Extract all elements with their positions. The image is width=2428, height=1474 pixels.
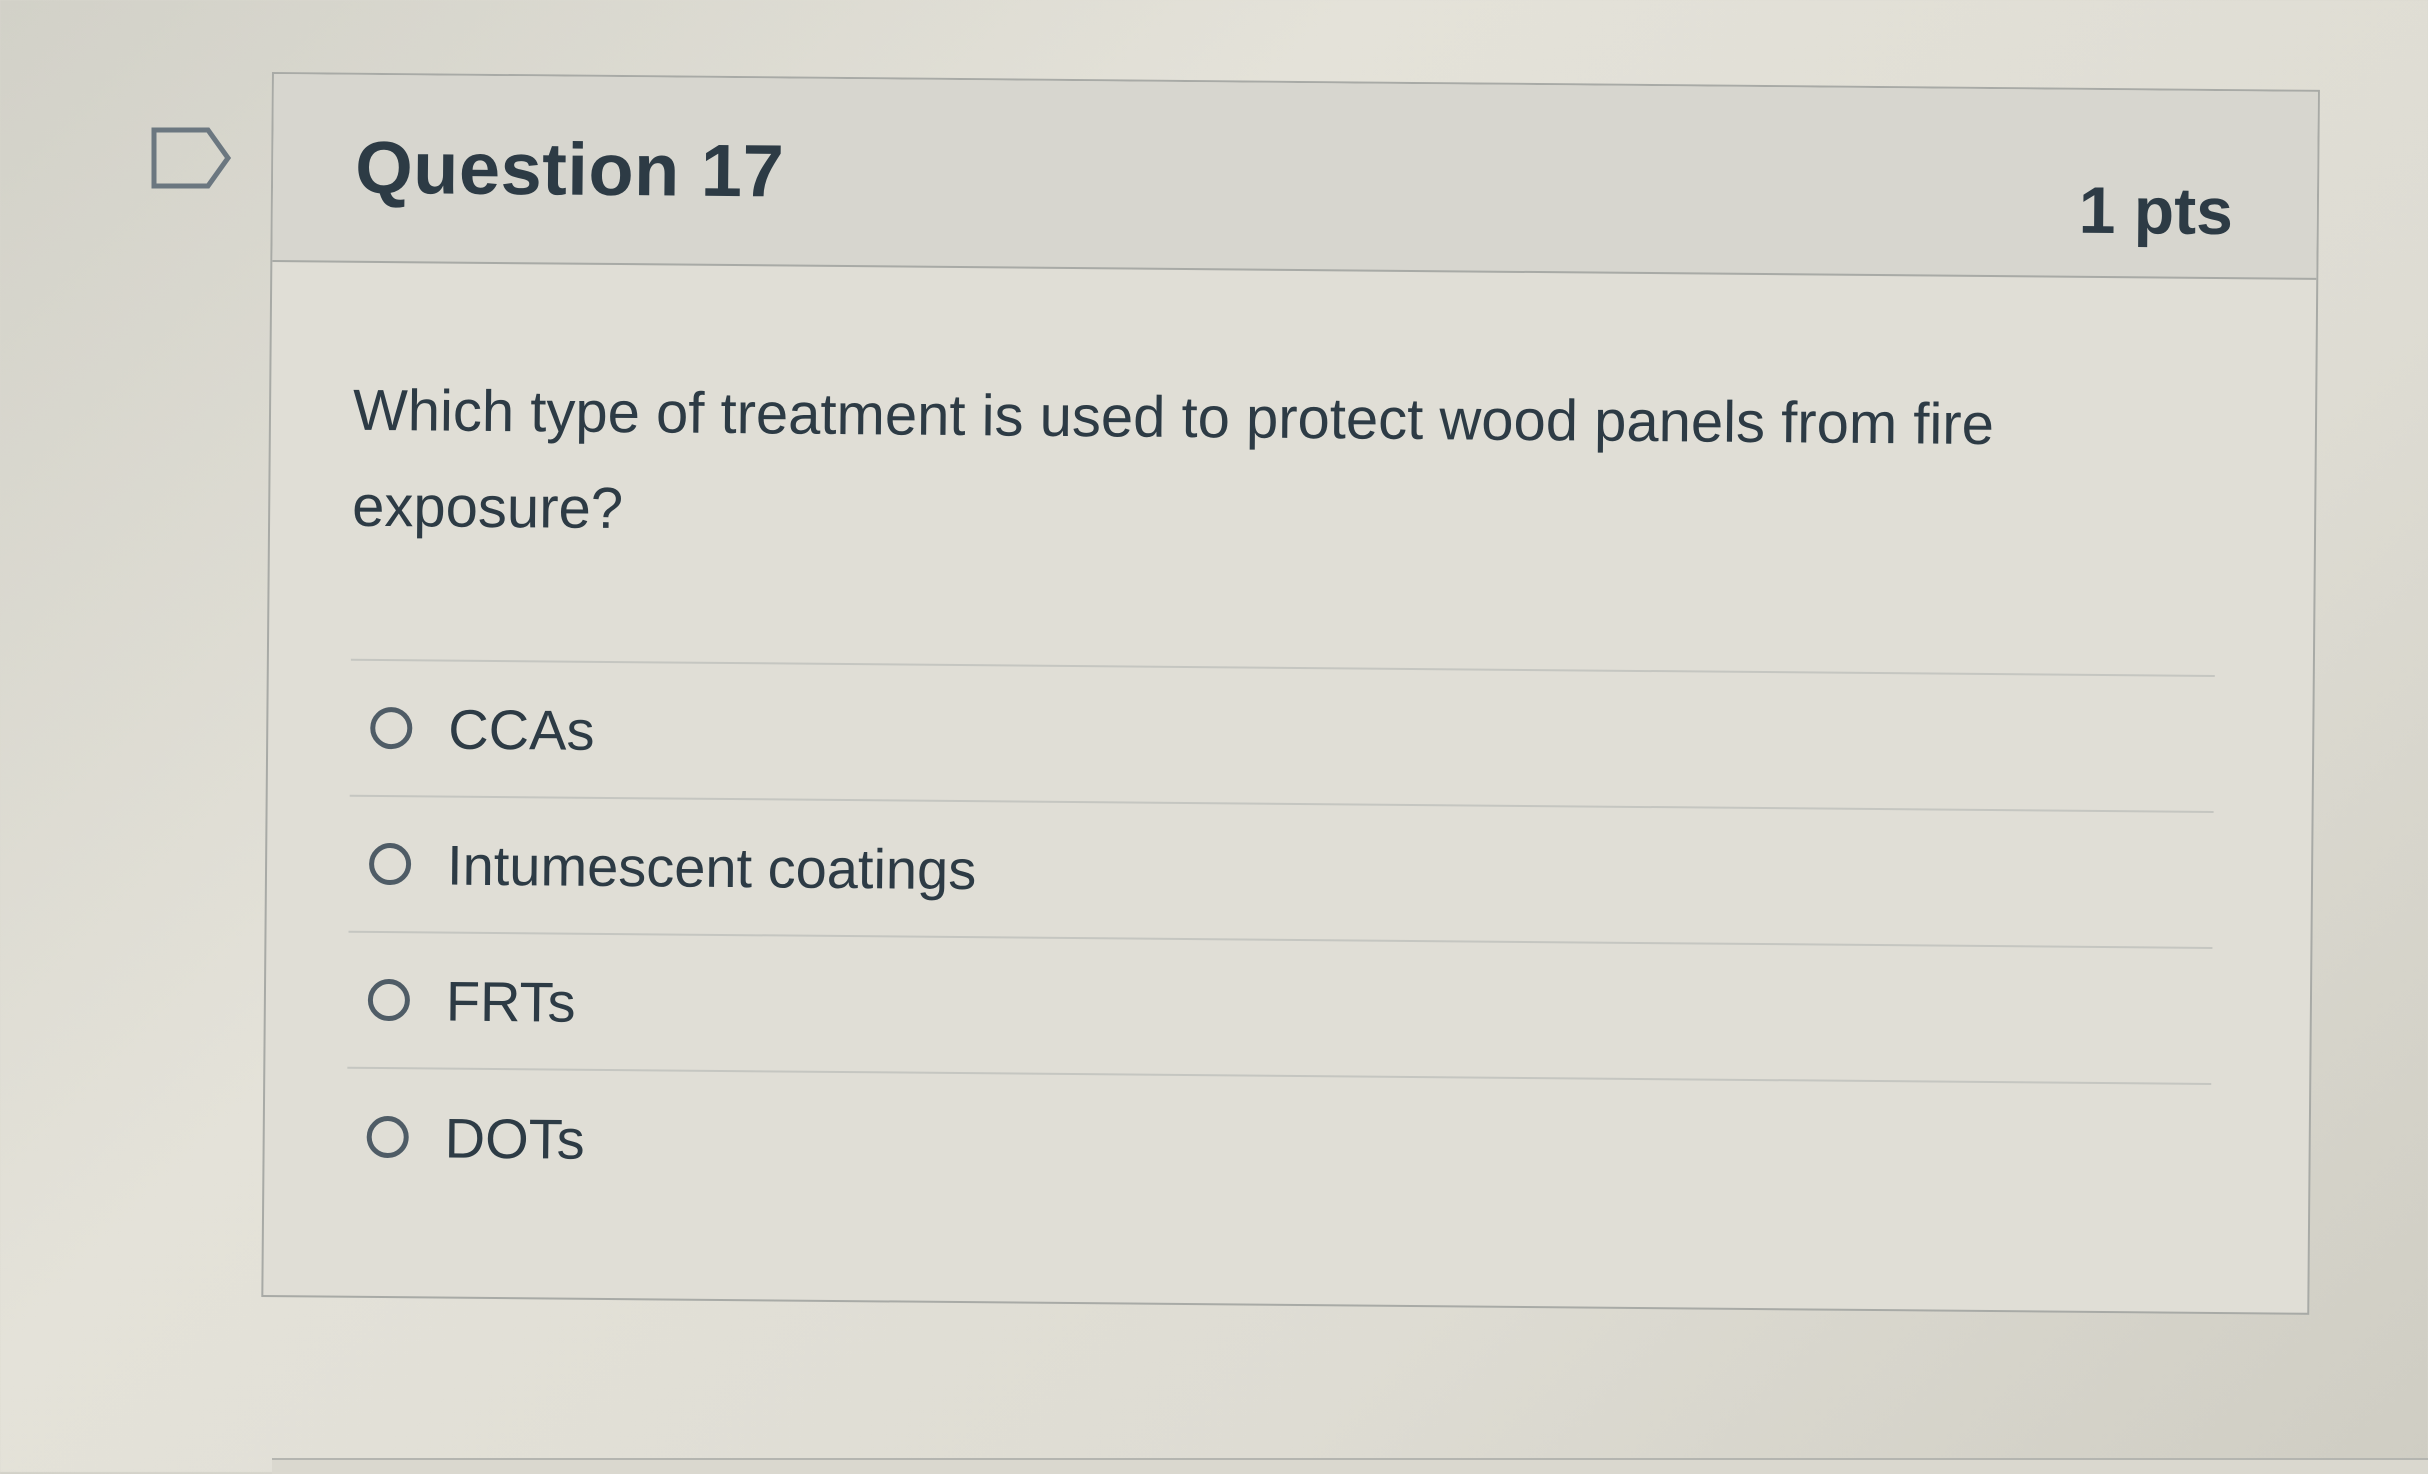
radio-button[interactable] [370, 706, 413, 750]
question-body: Which type of treatment is used to prote… [264, 262, 2316, 1222]
flag-icon[interactable] [150, 126, 234, 190]
answer-option[interactable]: DOTs [346, 1069, 2211, 1221]
answer-option[interactable]: CCAs [349, 660, 2215, 813]
question-text: Which type of treatment is used to prote… [351, 377, 1995, 542]
question-header: Question 17 1 pts [272, 74, 2318, 280]
answer-label[interactable]: Intumescent coatings [447, 832, 977, 902]
radio-button[interactable] [367, 978, 411, 1022]
answer-label[interactable]: CCAs [448, 696, 595, 762]
question-card: Question 17 1 pts Which type of treatmen… [261, 72, 2320, 1315]
answer-list: CCAs Intumescent coatings FRTs DOTs [346, 658, 2215, 1221]
answer-label[interactable]: FRTs [446, 968, 576, 1034]
answer-option[interactable]: FRTs [347, 932, 2213, 1085]
question-title: Question 17 [354, 125, 785, 213]
answer-option[interactable]: Intumescent coatings [348, 796, 2214, 949]
radio-button[interactable] [368, 842, 412, 886]
question-points: 1 pts [2078, 172, 2234, 249]
answer-label[interactable]: DOTs [444, 1105, 585, 1171]
radio-button[interactable] [366, 1115, 409, 1159]
